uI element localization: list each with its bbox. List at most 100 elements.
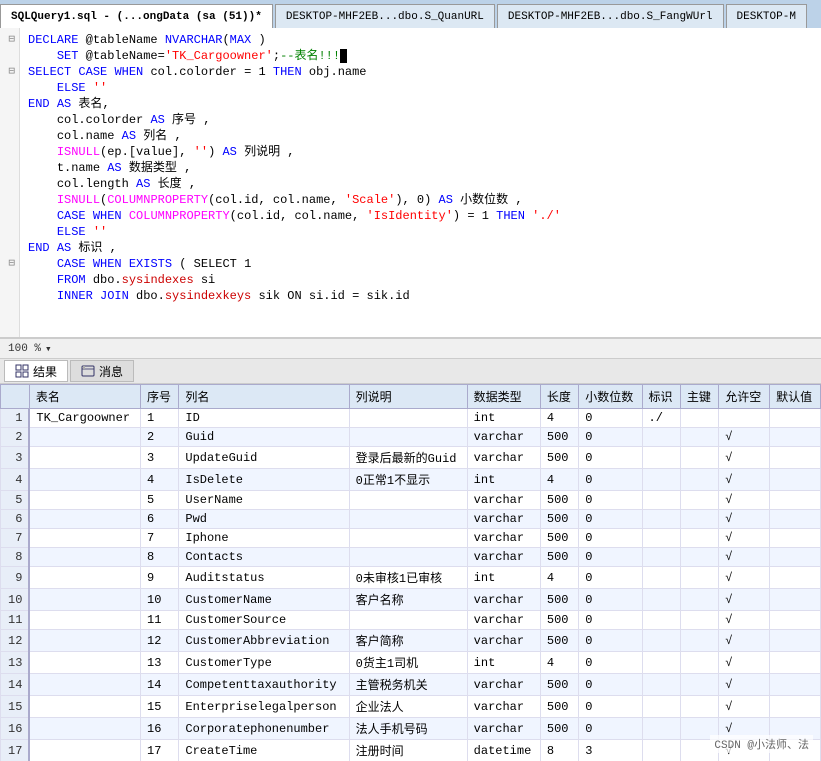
data-cell: √ bbox=[719, 696, 770, 718]
data-cell bbox=[642, 529, 680, 548]
data-cell bbox=[29, 630, 140, 652]
data-cell: √ bbox=[719, 529, 770, 548]
tab-fangwurl[interactable]: DESKTOP-MHF2EB...dbo.S_FangWUrl bbox=[497, 4, 724, 28]
data-cell: 0 bbox=[579, 674, 642, 696]
data-cell: 10 bbox=[141, 589, 179, 611]
row-num-cell: 16 bbox=[1, 718, 30, 740]
data-cell: varchar bbox=[467, 510, 540, 529]
data-cell: √ bbox=[719, 674, 770, 696]
data-cell bbox=[770, 469, 821, 491]
data-cell: 4 bbox=[540, 567, 578, 589]
data-cell bbox=[770, 510, 821, 529]
row-num-cell: 17 bbox=[1, 740, 30, 761]
data-cell bbox=[770, 409, 821, 428]
data-cell: Competenttaxauthority bbox=[179, 674, 349, 696]
grid-icon bbox=[15, 364, 29, 378]
data-cell: 15 bbox=[141, 696, 179, 718]
data-cell: Enterpriselegalperson bbox=[179, 696, 349, 718]
zoom-dropdown-icon[interactable]: ▾ bbox=[45, 342, 52, 356]
data-cell: int bbox=[467, 409, 540, 428]
tab-quanurl-label: DESKTOP-MHF2EB...dbo.S_QuanURL bbox=[286, 11, 484, 23]
data-cell: 17 bbox=[141, 740, 179, 761]
data-cell: UserName bbox=[179, 491, 349, 510]
tab-messages-label: 消息 bbox=[99, 363, 123, 380]
data-cell: 16 bbox=[141, 718, 179, 740]
data-cell: TK_Cargoowner bbox=[29, 409, 140, 428]
data-cell: 500 bbox=[540, 718, 578, 740]
row-num-cell: 13 bbox=[1, 652, 30, 674]
data-cell: √ bbox=[719, 510, 770, 529]
data-cell bbox=[29, 740, 140, 761]
data-cell bbox=[680, 469, 718, 491]
data-cell: √ bbox=[719, 548, 770, 567]
data-cell bbox=[349, 409, 467, 428]
table-row: 22Guidvarchar5000√ bbox=[1, 428, 821, 447]
tab-fangwurl-label: DESKTOP-MHF2EB...dbo.S_FangWUrl bbox=[508, 11, 713, 23]
table-row: 1616Corporatephonenumber法人手机号码varchar500… bbox=[1, 718, 821, 740]
data-cell: 0 bbox=[579, 428, 642, 447]
data-cell: Pwd bbox=[179, 510, 349, 529]
data-cell: varchar bbox=[467, 548, 540, 567]
data-cell: 500 bbox=[540, 630, 578, 652]
data-cell: Iphone bbox=[179, 529, 349, 548]
col-rownum bbox=[1, 385, 30, 409]
tab-quanurl[interactable]: DESKTOP-MHF2EB...dbo.S_QuanURL bbox=[275, 4, 495, 28]
data-table-container[interactable]: 表名 序号 列名 列说明 数据类型 长度 小数位数 标识 主键 允许空 默认值 … bbox=[0, 384, 821, 761]
data-cell: 500 bbox=[540, 529, 578, 548]
data-cell bbox=[770, 567, 821, 589]
data-cell: 8 bbox=[141, 548, 179, 567]
data-cell bbox=[770, 652, 821, 674]
data-cell bbox=[680, 510, 718, 529]
data-cell: 5 bbox=[141, 491, 179, 510]
data-cell: int bbox=[467, 567, 540, 589]
data-cell bbox=[349, 428, 467, 447]
tab-messages[interactable]: 消息 bbox=[70, 360, 134, 382]
data-cell: varchar bbox=[467, 529, 540, 548]
data-cell bbox=[642, 611, 680, 630]
data-cell bbox=[29, 469, 140, 491]
data-cell bbox=[770, 548, 821, 567]
data-cell: √ bbox=[719, 652, 770, 674]
results-area: 表名 序号 列名 列说明 数据类型 长度 小数位数 标识 主键 允许空 默认值 … bbox=[0, 384, 821, 761]
data-cell bbox=[29, 491, 140, 510]
data-cell bbox=[680, 611, 718, 630]
tab-results-label: 结果 bbox=[33, 363, 57, 380]
tab-query[interactable]: SQLQuery1.sql - (...ongData (sa (51))* bbox=[0, 4, 273, 28]
data-cell: 3 bbox=[579, 740, 642, 761]
data-cell: 500 bbox=[540, 548, 578, 567]
data-cell bbox=[680, 674, 718, 696]
data-cell bbox=[642, 696, 680, 718]
data-cell: 0 bbox=[579, 718, 642, 740]
tab-desktop[interactable]: DESKTOP-M bbox=[726, 4, 807, 28]
col-seq: 序号 bbox=[141, 385, 179, 409]
data-cell bbox=[680, 696, 718, 718]
data-cell: varchar bbox=[467, 589, 540, 611]
zoom-level: 100 % bbox=[8, 343, 41, 355]
data-cell: 4 bbox=[540, 469, 578, 491]
data-cell bbox=[29, 510, 140, 529]
tab-results[interactable]: 结果 bbox=[4, 360, 68, 382]
data-cell: 8 bbox=[540, 740, 578, 761]
editor-area[interactable]: ⊟ ⊟ ⊟ DECLARE @tableName NVARCHAR(MAX ) … bbox=[0, 28, 821, 338]
data-cell: 客户简称 bbox=[349, 630, 467, 652]
data-cell: 0 bbox=[579, 469, 642, 491]
watermark: CSDN @小法师、法 bbox=[710, 735, 813, 753]
data-cell bbox=[680, 630, 718, 652]
data-cell: 0 bbox=[579, 548, 642, 567]
code-editor[interactable]: DECLARE @tableName NVARCHAR(MAX ) SET @t… bbox=[20, 28, 821, 337]
row-num-cell: 14 bbox=[1, 674, 30, 696]
data-cell: 500 bbox=[540, 447, 578, 469]
data-cell bbox=[680, 447, 718, 469]
data-cell bbox=[29, 674, 140, 696]
table-row: 44IsDelete0正常1不显示int40√ bbox=[1, 469, 821, 491]
data-cell bbox=[349, 529, 467, 548]
data-cell: varchar bbox=[467, 447, 540, 469]
data-cell: 500 bbox=[540, 696, 578, 718]
data-cell bbox=[719, 409, 770, 428]
data-cell: 0 bbox=[579, 447, 642, 469]
row-num-cell: 8 bbox=[1, 548, 30, 567]
table-row: 1TK_Cargoowner1IDint40./ bbox=[1, 409, 821, 428]
table-row: 1414Competenttaxauthority主管税务机关varchar50… bbox=[1, 674, 821, 696]
data-cell: 4 bbox=[141, 469, 179, 491]
table-row: 1515Enterpriselegalperson企业法人varchar5000… bbox=[1, 696, 821, 718]
